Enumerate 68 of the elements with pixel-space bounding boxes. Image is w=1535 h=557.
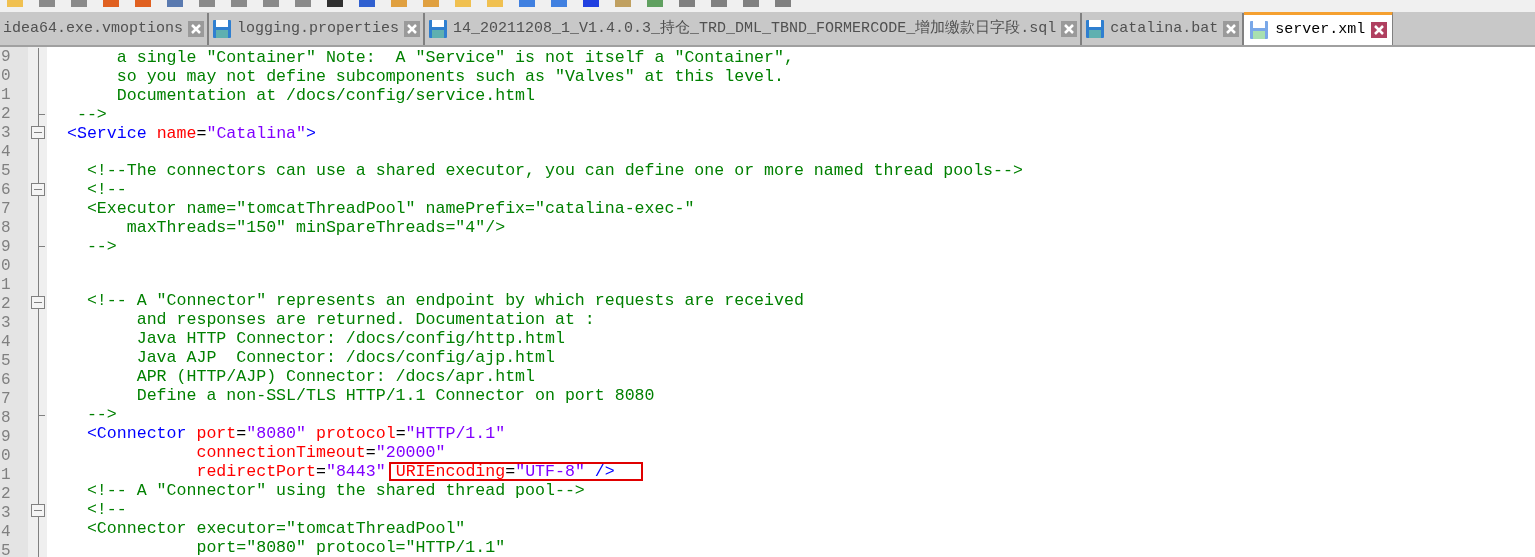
close-icon[interactable]: [404, 21, 421, 37]
code-line: so you may not define subcomponents such as "Valves" at this level.: [115, 67, 784, 86]
fold-end-mark: [39, 113, 45, 115]
line-number: 3: [1, 314, 11, 332]
toolbar-icon[interactable]: [358, 0, 376, 8]
code-line: <Connector port="8080" protocol="HTTP/1.1": [85, 424, 506, 443]
line-number: 0: [1, 67, 11, 85]
line-number: 0: [1, 257, 11, 275]
line-number: 0: [1, 447, 11, 465]
code-line: -->: [75, 105, 107, 124]
line-number: 5: [1, 162, 11, 180]
code-line: Documentation at /docs/config/service.html: [115, 86, 536, 105]
line-number: 6: [1, 181, 11, 199]
fold-minus-icon[interactable]: [31, 296, 45, 310]
code-line: and responses are returned. Documentation at :: [135, 310, 595, 329]
line-number: 2: [1, 295, 11, 313]
code-line: <!-- A "Connector" represents an endpoint by which requests are received: [85, 291, 804, 310]
line-number: 9: [1, 238, 11, 256]
code-line: -->: [85, 236, 117, 256]
line-number: 1: [1, 276, 11, 294]
close-icon[interactable]: [1223, 21, 1240, 37]
line-number: 8: [1, 219, 11, 237]
code-line: <!-- A "Connector" using the shared thread pool-->: [85, 481, 585, 500]
fold-minus-icon[interactable]: [31, 182, 45, 196]
line-number: 3: [1, 124, 11, 142]
line-number: 4: [1, 333, 11, 351]
code-line: Java HTTP Connector: /docs/config/http.html: [135, 329, 565, 348]
line-number: 1: [1, 466, 11, 484]
toolbar-icon[interactable]: [326, 0, 344, 8]
line-number: 5: [1, 542, 11, 557]
line-number: 7: [1, 390, 11, 408]
line-number: 2: [1, 485, 11, 503]
code-line: <Executor name="tomcatThreadPool" namePrefix="catalina-exec-": [85, 198, 695, 218]
line-number: 6: [1, 371, 11, 389]
code-line: redirectPort="8443": [195, 462, 386, 481]
close-icon[interactable]: [188, 21, 205, 37]
line-number: 8: [1, 409, 11, 427]
code-line: Define a non-SSL/TLS HTTP/1.1 Connector on port 8080: [135, 386, 655, 405]
toolbar-icon[interactable]: [582, 0, 600, 8]
close-icon[interactable]: [1061, 21, 1078, 37]
line-number: 5: [1, 352, 11, 370]
line-number: 4: [1, 143, 11, 161]
code-line: maxThreads="150" minSpareThreads="4"/>: [125, 217, 506, 237]
tab[interactable]: server.xml: [1244, 12, 1394, 45]
line-number: 3: [1, 504, 11, 522]
line-number: 9: [1, 48, 11, 66]
code-line: <Connector executor="tomcatThreadPool": [85, 519, 466, 538]
code-line: <!--: [85, 500, 127, 519]
code-line: APR (HTTP/AJP) Connector: /docs/apr.html: [135, 367, 536, 386]
fold-minus-icon[interactable]: [31, 126, 45, 140]
code-line: <!--: [85, 179, 127, 199]
code-line: connectionTimeout="20000": [195, 443, 446, 462]
line-number: 9: [1, 428, 11, 446]
line-number: 7: [1, 200, 11, 218]
line-number: 4: [1, 523, 11, 541]
code-line: <!--The connectors can use a shared executor, you can define one or more named thread pools-->: [85, 160, 1023, 180]
highlighted-code: URIEncoding="UTF-8" />: [388, 462, 643, 481]
fold-end-mark: [39, 415, 45, 417]
line-number: 2: [1, 105, 11, 123]
code-line: a single "Container" Note: A "Service" is not itself a "Container",: [115, 48, 794, 67]
fold-end-mark: [39, 245, 45, 247]
code-line: <Service name="Catalina">: [67, 124, 316, 143]
close-icon[interactable]: [1371, 22, 1388, 38]
code-line: -->: [85, 405, 117, 424]
code-line: Java AJP Connector: /docs/config/ajp.html: [135, 348, 555, 367]
line-number: 1: [1, 86, 11, 104]
code-line: port="8080" protocol="HTTP/1.1": [195, 538, 506, 557]
fold-minus-icon[interactable]: [31, 503, 45, 517]
